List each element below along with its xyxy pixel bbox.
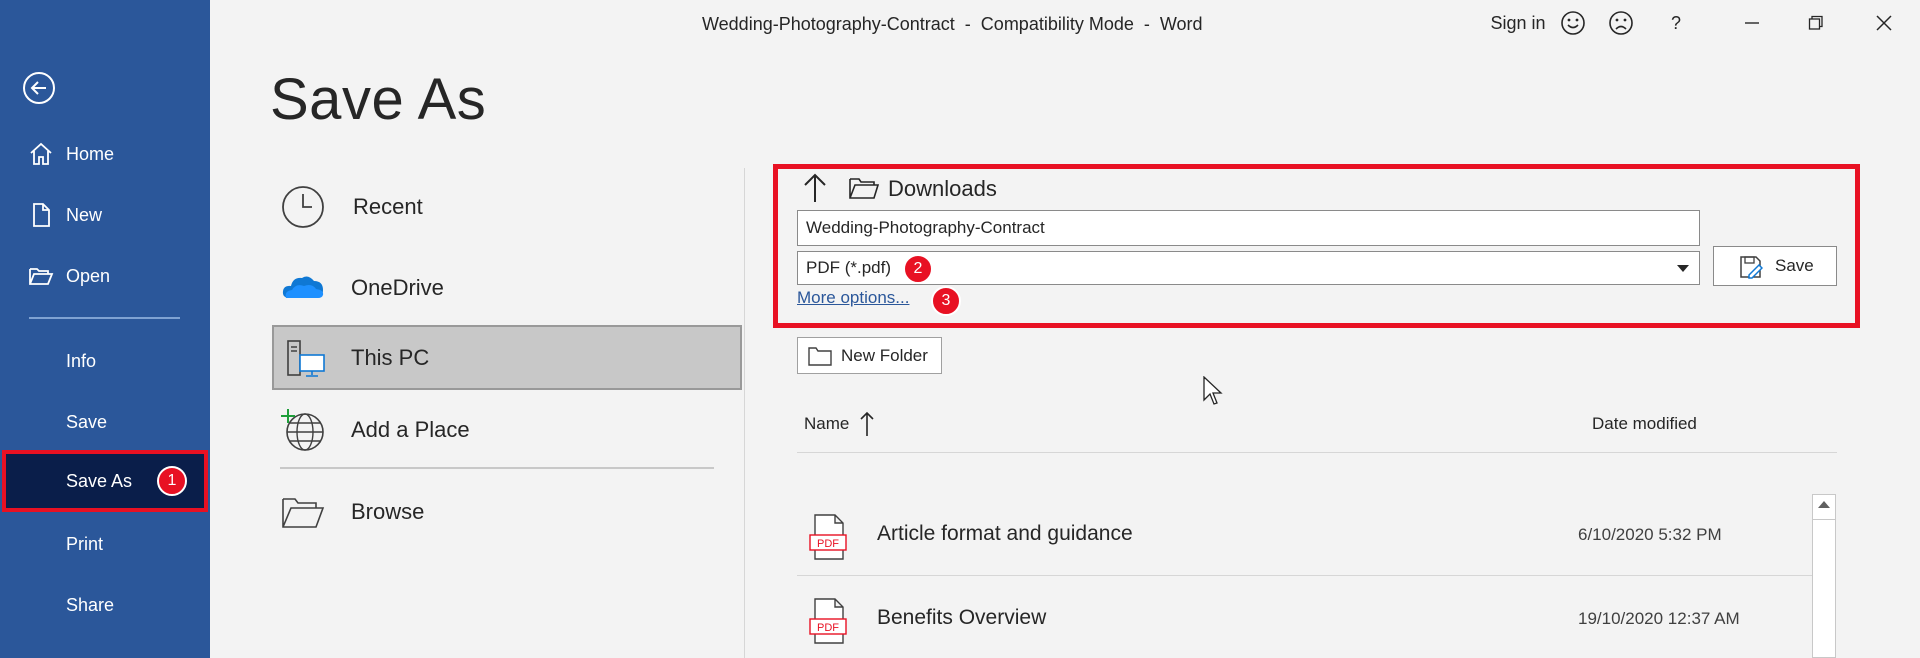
svg-text:PDF: PDF xyxy=(817,538,839,550)
nav-save-as-label: Save As xyxy=(66,470,133,491)
location-onedrive-label: OneDrive xyxy=(351,275,444,300)
locations-divider xyxy=(280,467,714,469)
close-button[interactable] xyxy=(1864,8,1904,38)
nav-new[interactable]: New xyxy=(0,188,210,242)
sort-up-arrow-icon xyxy=(860,411,874,436)
nav-home[interactable]: Home xyxy=(0,127,210,181)
window-title: Wedding-Photography-Contract - Compatibi… xyxy=(702,14,1203,34)
file-name: Benefits Overview xyxy=(877,606,1047,629)
nav-share[interactable]: Share xyxy=(0,578,210,632)
nav-open[interactable]: Open xyxy=(0,249,210,303)
frown-feedback-button[interactable] xyxy=(1605,8,1637,38)
panel-separator xyxy=(744,168,745,658)
pdf-file-icon: PDF xyxy=(809,514,847,560)
file-date: 19/10/2020 12:37 AM xyxy=(1578,609,1740,628)
pdf-file-icon: PDF xyxy=(809,598,847,644)
chevron-down-icon xyxy=(1677,265,1689,272)
location-browse-label: Browse xyxy=(351,499,425,524)
smile-icon xyxy=(1561,11,1585,35)
nav-print[interactable]: Print xyxy=(0,517,210,571)
frown-icon xyxy=(1609,11,1633,35)
location-this-pc[interactable]: This PC xyxy=(272,325,742,390)
backstage-sidebar: Home New Open Info Save Save As 1 Print … xyxy=(0,0,210,658)
location-recent[interactable]: Recent xyxy=(272,175,742,239)
folder-open-icon xyxy=(849,178,879,199)
mouse-cursor-icon xyxy=(1203,376,1223,405)
sign-in-button[interactable]: Sign in xyxy=(1474,8,1562,38)
nav-save[interactable]: Save xyxy=(0,395,210,449)
restore-button[interactable] xyxy=(1796,8,1836,38)
location-onedrive[interactable]: OneDrive xyxy=(272,256,742,320)
minimize-icon xyxy=(1745,22,1759,24)
step-badge-3: 3 xyxy=(931,286,961,316)
scrollbar-divider xyxy=(1813,519,1835,520)
current-location: Downloads xyxy=(888,176,997,201)
nav-print-label: Print xyxy=(66,533,104,554)
folder-icon xyxy=(282,498,325,528)
clock-icon xyxy=(282,186,324,228)
open-folder-icon xyxy=(29,268,54,285)
cloud-icon xyxy=(282,276,324,298)
pc-icon xyxy=(287,339,325,377)
location-add-place-label: Add a Place xyxy=(351,417,470,442)
new-document-icon xyxy=(33,203,50,227)
column-header-date[interactable]: Date modified xyxy=(1592,414,1697,434)
save-button-label: Save xyxy=(1775,256,1814,275)
restore-icon xyxy=(1808,15,1823,30)
file-name: Article format and guidance xyxy=(877,522,1133,545)
more-options-link[interactable]: More options... xyxy=(797,288,909,308)
nav-info-label: Info xyxy=(66,350,97,371)
filetype-select[interactable]: PDF (*.pdf) 2 xyxy=(797,251,1700,285)
new-folder-icon xyxy=(808,347,832,366)
nav-share-label: Share xyxy=(66,594,115,615)
location-add-place[interactable]: Add a Place xyxy=(272,398,742,462)
nav-open-label: Open xyxy=(66,265,111,286)
file-row[interactable]: PDF Article format and guidance 6/10/202… xyxy=(797,494,1812,576)
file-date: 6/10/2020 5:32 PM xyxy=(1578,525,1722,544)
nav-new-label: New xyxy=(66,204,103,225)
step-badge-2: 2 xyxy=(903,254,933,284)
list-header-divider xyxy=(797,452,1837,453)
new-folder-label: New Folder xyxy=(841,345,928,365)
up-arrow-icon[interactable] xyxy=(800,172,830,204)
scroll-up-arrow-icon[interactable] xyxy=(1818,501,1830,508)
location-browse[interactable]: Browse xyxy=(272,480,742,544)
back-button[interactable] xyxy=(22,71,56,105)
location-recent-label: Recent xyxy=(353,194,423,219)
globe-plus-icon xyxy=(281,409,324,451)
filetype-value: PDF (*.pdf) xyxy=(806,258,892,277)
step-badge-1: 1 xyxy=(157,466,187,496)
close-icon xyxy=(1876,15,1892,31)
home-icon xyxy=(30,142,52,165)
nav-home-label: Home xyxy=(66,143,115,164)
help-button[interactable]: ? xyxy=(1660,8,1692,38)
save-icon xyxy=(1740,256,1763,279)
minimize-button[interactable] xyxy=(1732,8,1772,38)
nav-save-label: Save xyxy=(66,411,108,432)
location-this-pc-label: This PC xyxy=(351,344,430,370)
nav-save-as[interactable]: Save As 1 xyxy=(2,450,208,512)
smile-feedback-button[interactable] xyxy=(1557,8,1589,38)
page-title: Save As xyxy=(270,67,487,132)
svg-text:PDF: PDF xyxy=(817,622,839,634)
row-divider xyxy=(797,575,1812,576)
column-header-name[interactable]: Name xyxy=(804,414,849,434)
back-arrow-icon xyxy=(23,72,55,104)
file-row[interactable]: PDF Benefits Overview 19/10/2020 12:37 A… xyxy=(797,578,1812,658)
nav-divider xyxy=(29,317,180,319)
save-button[interactable]: Save xyxy=(1713,246,1837,286)
file-list-scrollbar[interactable] xyxy=(1812,494,1836,658)
filename-input[interactable] xyxy=(797,210,1700,246)
new-folder-button[interactable]: New Folder xyxy=(797,337,942,374)
nav-info[interactable]: Info xyxy=(0,334,210,388)
